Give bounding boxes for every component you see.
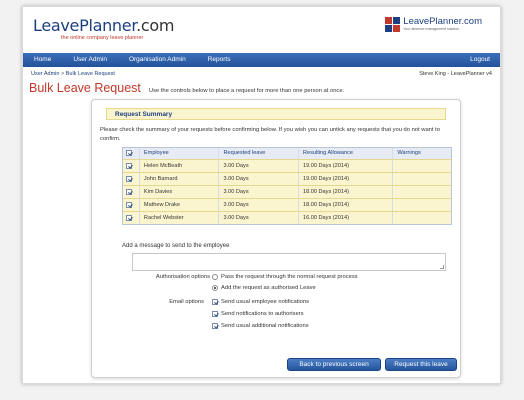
resulting-allowance-cell: 16.00 Days (2014) (299, 212, 394, 224)
table-row: John Barnard 3.00 Days 19.00 Days (2014) (123, 172, 451, 185)
column-header-requested-leave: Requested leave (219, 148, 299, 159)
warnings-cell (393, 199, 451, 211)
row-select-cell (123, 186, 140, 198)
email-options-label: Email options (169, 299, 204, 305)
table-row: Kim Davies 3.00 Days 18.00 Days (2014) (123, 185, 451, 198)
warnings-cell (393, 173, 451, 185)
row-select-cell (123, 173, 140, 185)
column-header-employee: Employee (140, 148, 220, 159)
select-all-checkbox[interactable] (126, 149, 132, 156)
title-bar: Bulk Leave Request Use the controls belo… (29, 81, 344, 95)
breadcrumb: User Admin > Bulk Leave Request (31, 71, 115, 77)
table-header-row: Employee Requested leave Resulting Allow… (123, 148, 451, 159)
employee-cell: Kim Davies (140, 186, 220, 198)
row-checkbox[interactable] (126, 214, 132, 221)
page-description: Use the controls below to place a reques… (148, 88, 345, 94)
authorisation-option-label: Pass the request through the normal requ… (221, 274, 358, 280)
brand-logo-subtext: Your absence management solution (403, 27, 460, 31)
email-option-label: Send usual additional notifications (221, 323, 309, 329)
column-header-warnings: Warnings (397, 150, 421, 156)
brand-logo: LeavePlanner.com Your absence management… (385, 17, 482, 32)
summary-table: Employee Requested leave Resulting Allow… (122, 147, 452, 225)
resize-handle-icon[interactable] (440, 265, 444, 269)
logo[interactable]: LeavePlanner.com the online company leav… (33, 16, 175, 41)
nav-home[interactable]: Home (23, 53, 62, 67)
warnings-cell (393, 160, 451, 172)
row-checkbox[interactable] (126, 175, 132, 182)
table-row: Rachel Webster 3.00 Days 16.00 Days (2014) (123, 211, 451, 224)
message-label: Add a message to send to the employee (122, 243, 230, 249)
resulting-allowance-cell: 19.00 Days (2014) (299, 160, 394, 172)
radio-normal-process[interactable] (212, 274, 218, 280)
row-select-cell (123, 199, 140, 211)
page-title: Bulk Leave Request (29, 81, 141, 95)
row-select-cell (123, 212, 140, 224)
summary-instructions: Please check the summary of your request… (100, 127, 440, 142)
breadcrumb-parent[interactable]: User Admin (31, 71, 59, 77)
warnings-cell (393, 212, 451, 224)
email-option-authorisers[interactable]: Send notifications to authorisers (212, 311, 304, 317)
resulting-allowance-cell: 18.00 Days (2014) (299, 199, 394, 211)
page-frame: LeavePlanner.com the online company leav… (22, 6, 501, 384)
select-all-cell (123, 148, 140, 159)
table-row: Helen McBeath 3.00 Days 19.00 Days (2014) (123, 159, 451, 172)
column-header-resulting-allowance: Resulting Allowance (299, 148, 394, 159)
back-button[interactable]: Back to previous screen (287, 358, 381, 371)
checkbox-additional-notifications[interactable] (212, 323, 218, 329)
resulting-allowance-cell: 18.00 Days (2014) (299, 186, 394, 198)
main-nav: Home User Admin Organisation Admin Repor… (23, 53, 500, 67)
brand-logo-text: LeavePlanner.com (403, 16, 482, 27)
email-option-label: Send usual employee notifications (221, 299, 309, 305)
summary-heading: Request Summary (106, 108, 446, 120)
authorisation-option-label: Add the request as authorised Leave (221, 285, 316, 291)
requested-leave-cell: 3.00 Days (219, 160, 299, 172)
message-textarea[interactable] (132, 253, 446, 271)
bulk-request-panel: Request Summary Please check the summary… (91, 99, 461, 378)
brand-grid-cell (385, 17, 393, 24)
checkbox-authoriser-notifications[interactable] (212, 311, 218, 317)
email-option-label: Send notifications to authorisers (221, 311, 304, 317)
breadcrumb-separator: > (60, 71, 65, 77)
row-checkbox[interactable] (126, 188, 132, 195)
row-select-cell (123, 160, 140, 172)
request-leave-button[interactable]: Request this leave (385, 358, 457, 371)
email-option-additional[interactable]: Send usual additional notifications (212, 323, 309, 329)
table-body: Helen McBeath 3.00 Days 19.00 Days (2014) J… (123, 159, 451, 224)
requested-leave-cell: 3.00 Days (219, 212, 299, 224)
authorisation-option-normal[interactable]: Pass the request through the normal requ… (212, 274, 358, 280)
logo-text: LeavePlanner.com (33, 16, 175, 35)
employee-cell: Rachel Webster (140, 212, 220, 224)
employee-cell: Helen McBeath (140, 160, 220, 172)
nav-reports[interactable]: Reports (197, 53, 242, 67)
requested-leave-cell: 3.00 Days (219, 186, 299, 198)
requested-leave-cell: 3.00 Days (219, 173, 299, 185)
nav-organisation-admin[interactable]: Organisation Admin (118, 53, 197, 67)
nav-user-admin[interactable]: User Admin (62, 53, 118, 67)
logo-tagline: the online company leave planner (61, 35, 144, 41)
authorisation-options-label: Authorisation options (155, 274, 210, 280)
row-checkbox[interactable] (126, 201, 132, 208)
brand-grid-cell (393, 17, 401, 24)
requested-leave-cell: 3.00 Days (219, 199, 299, 211)
resulting-allowance-cell: 19.00 Days (2014) (299, 173, 394, 185)
authorisation-option-authorised[interactable]: Add the request as authorised Leave (212, 285, 316, 291)
radio-authorised-leave[interactable] (212, 285, 218, 291)
user-info: Steve King - LeavePlanner v4 (419, 71, 492, 77)
row-checkbox[interactable] (126, 162, 132, 169)
employee-cell: John Barnard (140, 173, 220, 185)
email-option-employee[interactable]: Send usual employee notifications (212, 299, 309, 305)
header: LeavePlanner.com the online company leav… (23, 7, 500, 53)
brand-grid-cell (393, 25, 401, 32)
brand-grid-cell (385, 25, 393, 32)
table-row: Mathew Drake 3.00 Days 18.00 Days (2014) (123, 198, 451, 211)
warnings-cell (393, 186, 451, 198)
logout-link[interactable]: Logout (459, 53, 500, 67)
brand-grid-icon (385, 17, 401, 32)
employee-cell: Mathew Drake (140, 199, 220, 211)
breadcrumb-current[interactable]: Bulk Leave Request (66, 71, 115, 77)
checkbox-employee-notifications[interactable] (212, 299, 218, 305)
